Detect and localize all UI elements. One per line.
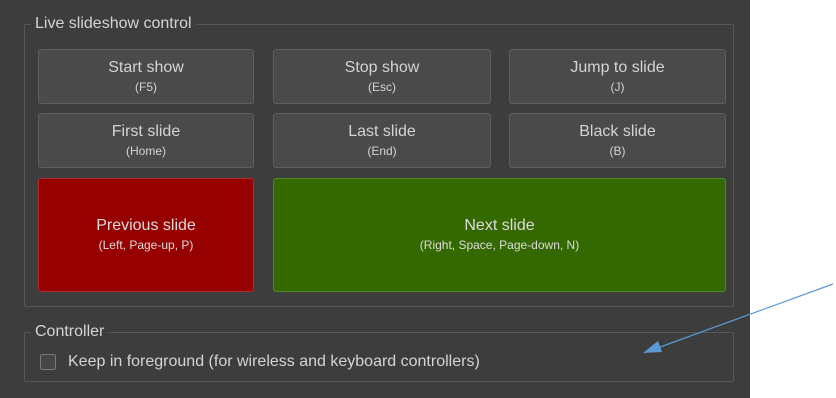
annotation-arrow-head bbox=[643, 341, 662, 353]
annotation-arrow-line bbox=[651, 283, 834, 351]
annotation-arrow-icon bbox=[643, 283, 834, 353]
